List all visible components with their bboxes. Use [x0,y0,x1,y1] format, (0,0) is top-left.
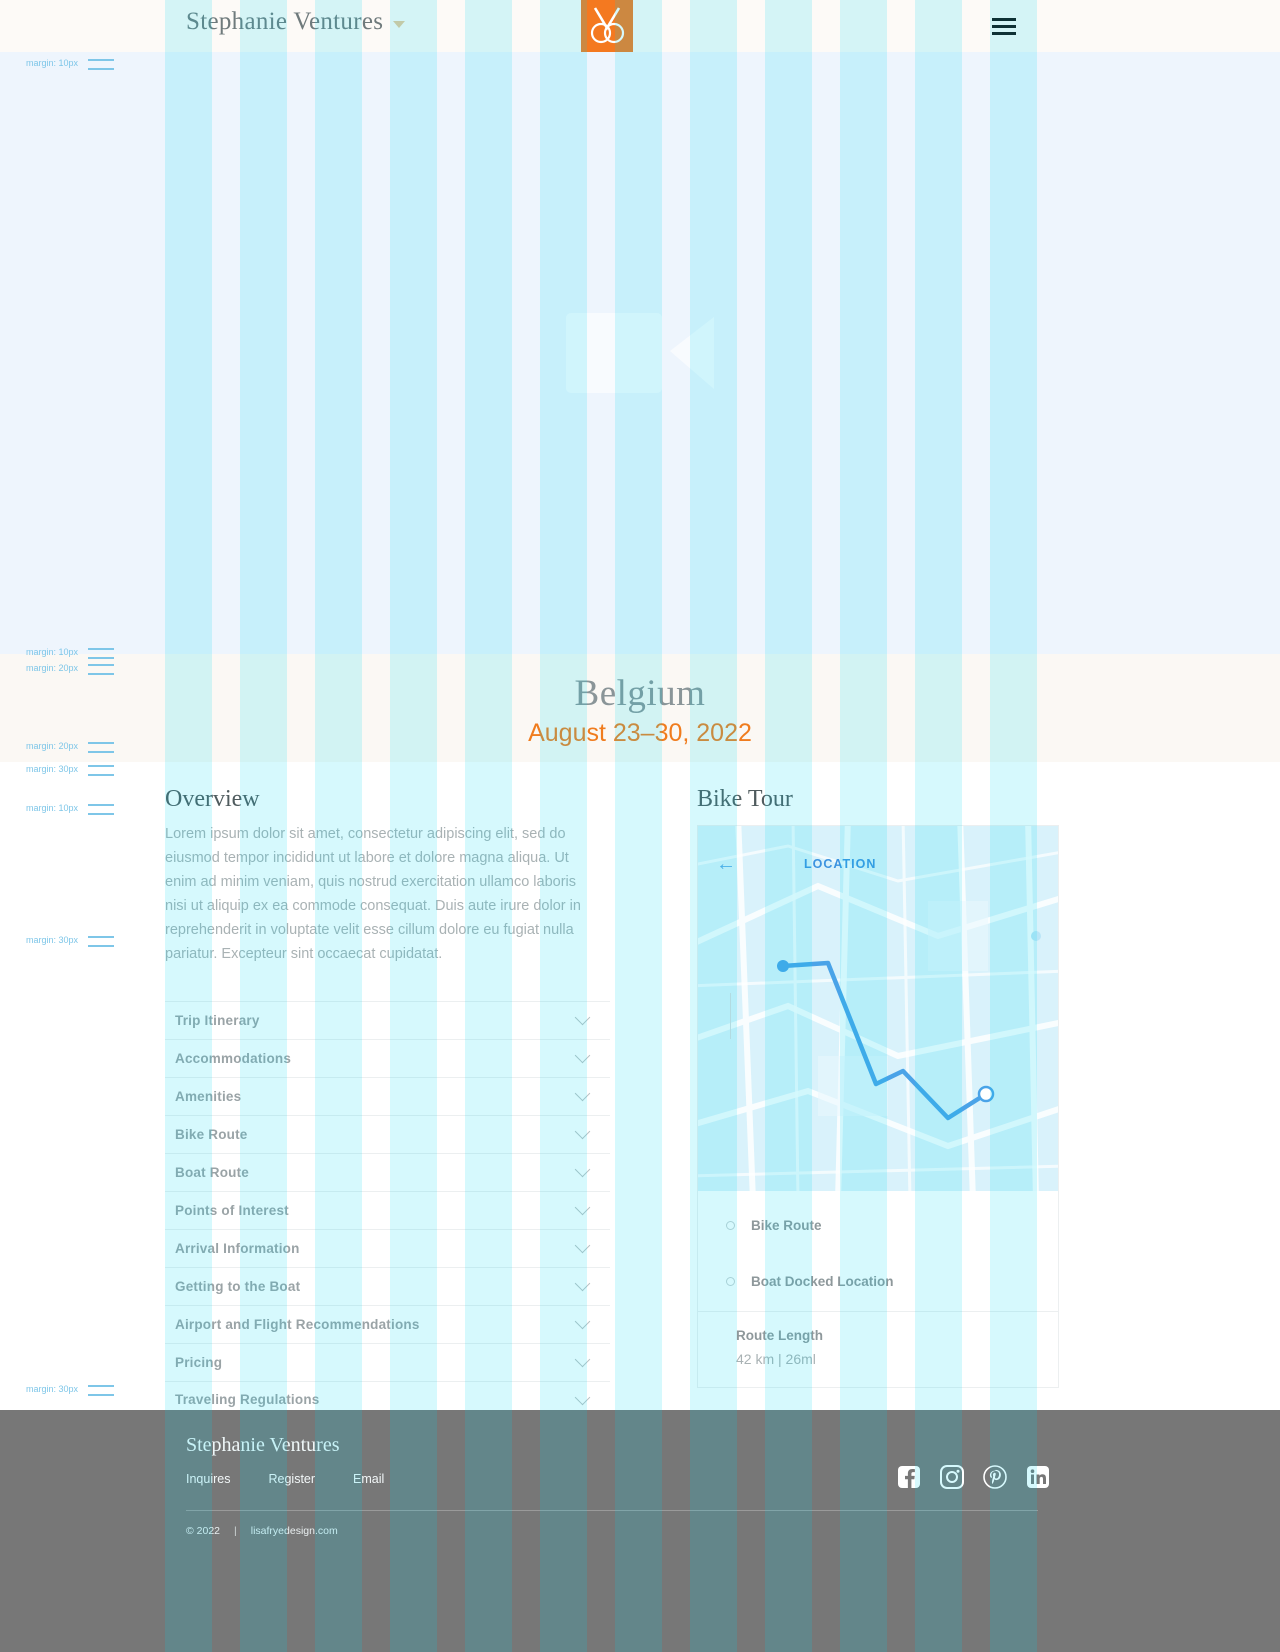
margin-annotation-label: margin: 10px [26,647,79,657]
margin-annotation-tick [88,813,114,815]
margin-annotation-tick [88,742,114,744]
margin-annotation-tick [88,68,114,70]
margin-annotation-label: margin: 20px [26,741,79,751]
margin-annotation-label: margin: 30px [26,764,79,774]
margin-annotation-tick [88,664,114,666]
margin-annotation-tick [88,1394,114,1396]
margin-annotation-tick [88,945,114,947]
margin-annotation-tick [88,648,114,650]
margin-annotation-tick [88,936,114,938]
margin-annotation-tick [88,59,114,61]
margin-annotation-tick [88,673,114,675]
margin-annotation-label: margin: 10px [26,58,79,68]
margin-annotation-tick [88,774,114,776]
margin-annotation-tick [88,1385,114,1387]
margin-annotation-label: margin: 30px [26,1384,79,1394]
margin-annotation-tick [88,751,114,753]
margin-annotation-label: margin: 10px [26,803,79,813]
margin-annotation-tick [88,765,114,767]
margin-annotation-tick [88,657,114,659]
margin-annotations: margin: 10px margin: 10px margin: 20px marg… [0,0,1280,1652]
margin-annotation-label: margin: 20px [26,663,79,673]
page-root: Stephanie Ventures Belgium August 23–30,… [0,0,1280,1652]
margin-annotation-label: margin: 30px [26,935,79,945]
margin-annotation-tick [88,804,114,806]
